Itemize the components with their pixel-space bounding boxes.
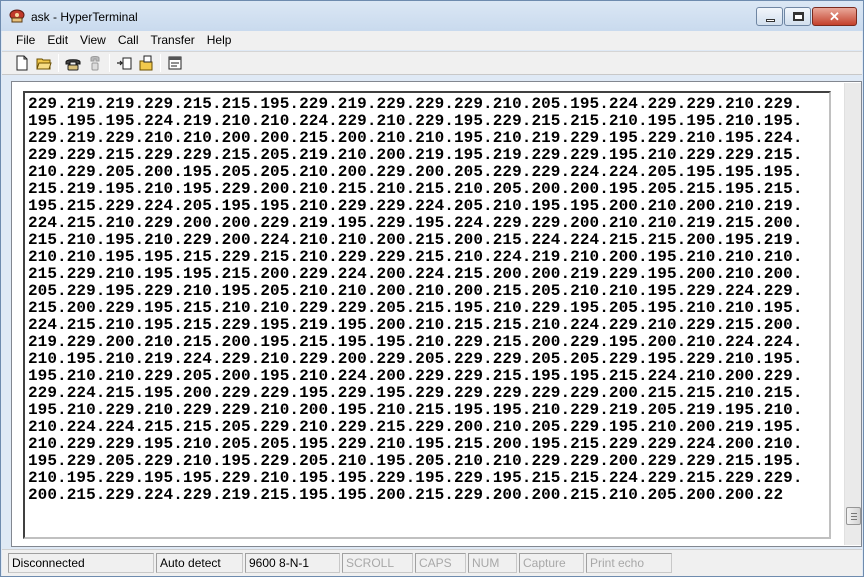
- status-caps: CAPS: [415, 553, 466, 573]
- menu-bar: File Edit View Call Transfer Help: [2, 31, 862, 50]
- terminal-line: 215.200.229.195.215.210.210.229.229.205.…: [28, 299, 803, 317]
- terminal-line: 215.210.195.210.229.200.224.210.210.200.…: [28, 231, 803, 249]
- menu-edit[interactable]: Edit: [41, 31, 74, 50]
- toolbar: [2, 51, 862, 75]
- terminal-line: 195.195.195.224.219.210.210.224.229.210.…: [28, 112, 803, 130]
- send-button[interactable]: [113, 53, 135, 73]
- terminal-line: 210.229.229.195.210.205.205.195.229.210.…: [28, 435, 803, 453]
- status-print-echo: Print echo: [586, 553, 672, 573]
- close-button[interactable]: ✕: [812, 7, 857, 26]
- new-document-icon: [16, 55, 28, 71]
- new-connection-button[interactable]: [11, 53, 33, 73]
- close-icon: ✕: [829, 9, 840, 24]
- terminal-line: 210.210.195.195.215.229.215.210.229.229.…: [28, 248, 803, 266]
- terminal-line: 195.210.210.229.205.200.195.210.224.200.…: [28, 367, 803, 385]
- receive-button[interactable]: [135, 53, 157, 73]
- properties-icon: [168, 56, 182, 70]
- terminal-line: 200.215.229.224.229.219.215.195.195.200.…: [28, 486, 784, 504]
- scrollbar-thumb[interactable]: [846, 507, 861, 525]
- open-button[interactable]: [33, 53, 55, 73]
- toolbar-separator: [109, 54, 110, 72]
- hyperterminal-window: ask - HyperTerminal ✕ File Edit View Cal…: [0, 0, 864, 577]
- menu-help[interactable]: Help: [201, 31, 238, 50]
- terminal-line: 229.219.229.210.210.200.200.215.200.210.…: [28, 129, 803, 147]
- terminal-line: 219.229.200.210.215.200.195.215.195.195.…: [28, 333, 803, 351]
- terminal-line: 195.229.205.229.210.195.229.205.210.195.…: [28, 452, 803, 470]
- receive-file-icon: [139, 55, 153, 71]
- terminal-line: 205.229.195.229.210.195.205.210.210.200.…: [28, 282, 803, 300]
- disconnect-button[interactable]: [84, 53, 106, 73]
- vertical-scrollbar[interactable]: [844, 83, 861, 545]
- status-bar: Disconnected Auto detect 9600 8-N-1 SCRO…: [2, 549, 862, 576]
- terminal-line: 210.224.224.215.215.205.229.210.229.215.…: [28, 418, 803, 436]
- maximize-button[interactable]: [784, 7, 811, 26]
- terminal-line: 210.195.229.195.195.229.210.195.195.229.…: [28, 469, 803, 487]
- status-connection: Disconnected: [8, 553, 154, 573]
- grip-line: [851, 516, 857, 517]
- terminal-area[interactable]: 229.219.219.229.215.215.195.229.219.229.…: [11, 81, 862, 547]
- grip-line: [851, 513, 857, 514]
- call-button[interactable]: [62, 53, 84, 73]
- minimize-icon: [766, 19, 775, 22]
- status-num: NUM: [468, 553, 517, 573]
- window-title: ask - HyperTerminal: [31, 10, 138, 24]
- terminal-line: 195.210.229.210.229.229.210.200.195.210.…: [28, 401, 803, 419]
- toolbar-separator: [160, 54, 161, 72]
- terminal-line: 195.215.229.224.205.195.195.210.229.229.…: [28, 197, 803, 215]
- caption-buttons: ✕: [755, 7, 857, 27]
- menu-file[interactable]: File: [10, 31, 41, 50]
- status-settings: 9600 8-N-1: [245, 553, 340, 573]
- toolbar-separator: [58, 54, 59, 72]
- title-bar[interactable]: ask - HyperTerminal ✕: [1, 1, 863, 31]
- phone-call-icon: [65, 59, 81, 71]
- maximize-icon: [793, 12, 804, 21]
- status-detect: Auto detect: [156, 553, 243, 573]
- terminal-line: 229.224.215.195.200.229.229.195.229.195.…: [28, 384, 803, 402]
- send-file-icon: [117, 57, 132, 70]
- menu-call[interactable]: Call: [112, 31, 145, 50]
- open-folder-icon: [36, 58, 52, 70]
- menu-transfer[interactable]: Transfer: [145, 31, 201, 50]
- menu-view[interactable]: View: [74, 31, 112, 50]
- properties-button[interactable]: [164, 53, 186, 73]
- terminal-screen[interactable]: 229.219.219.229.215.215.195.229.219.229.…: [23, 91, 831, 539]
- terminal-line: 215.229.210.195.195.215.200.229.224.200.…: [28, 265, 803, 283]
- terminal-line: 224.215.210.229.200.200.229.219.195.229.…: [28, 214, 803, 232]
- minimize-button[interactable]: [756, 7, 783, 26]
- hyperterminal-app-icon[interactable]: [9, 9, 25, 23]
- terminal-line: 229.229.215.229.229.215.205.219.210.200.…: [28, 146, 803, 164]
- terminal-line: 210.229.205.200.195.205.205.210.200.229.…: [28, 163, 803, 181]
- terminal-line: 210.195.210.219.224.229.210.229.200.229.…: [28, 350, 803, 368]
- status-scroll: SCROLL: [342, 553, 413, 573]
- terminal-line: 229.219.219.229.215.215.195.229.219.229.…: [28, 95, 803, 113]
- terminal-line: 224.215.210.195.215.229.195.219.195.200.…: [28, 316, 803, 334]
- terminal-line: 215.219.195.210.195.229.200.210.215.210.…: [28, 180, 803, 198]
- grip-line: [851, 519, 857, 520]
- hang-up-icon: [90, 56, 100, 71]
- status-capture: Capture: [519, 553, 584, 573]
